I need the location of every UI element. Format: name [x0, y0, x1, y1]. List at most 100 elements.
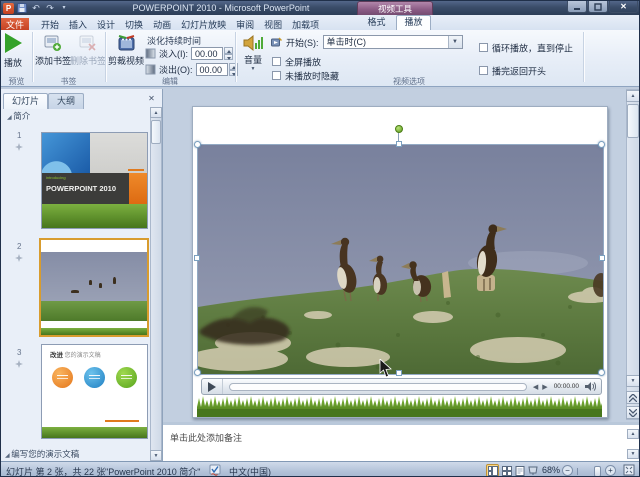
notes-scroll-up-icon[interactable]: ▲	[627, 429, 639, 439]
powerpoint-icon[interactable]: P	[3, 3, 14, 14]
trim-video-button[interactable]: 剪裁视频	[108, 34, 144, 67]
window-controls: ✕	[567, 1, 638, 13]
main-scroll-up-icon[interactable]: ▲	[626, 90, 640, 102]
slides-scroll-thumb[interactable]	[151, 120, 161, 144]
main-scroll-down-icon[interactable]: ▼	[626, 375, 640, 387]
slides-scrollbar[interactable]	[150, 107, 162, 461]
slides-scroll-up-icon[interactable]: ▲	[150, 107, 162, 118]
notes-pane[interactable]: 单击此处添加备注 ▲ ▼	[163, 422, 640, 461]
reading-view-icon	[515, 466, 525, 476]
media-volume-icon	[585, 382, 596, 391]
minimize-icon[interactable]	[567, 1, 587, 13]
start-label: 开始(S):	[286, 36, 319, 49]
slideshow-view-button[interactable]	[526, 464, 539, 477]
slide2-white-bottom	[41, 321, 147, 328]
slide1-title-band: introducing POWERPOINT 2010	[42, 173, 147, 204]
slide2-video-grass	[41, 301, 147, 321]
loop-checkbox[interactable]	[479, 43, 488, 52]
combo-arrow-icon[interactable]: ▼	[448, 36, 462, 48]
fullscreen-checkbox[interactable]	[272, 57, 281, 66]
video-object[interactable]	[197, 144, 604, 375]
zoom-out-icon[interactable]: −	[562, 465, 573, 476]
resize-handle-n[interactable]	[396, 141, 402, 147]
tab-outline[interactable]: 大纲	[48, 93, 84, 109]
statusbar-language[interactable]: 中文(中国)	[229, 465, 271, 477]
zoom-in-icon[interactable]: +	[605, 465, 616, 476]
play-label: 播放	[4, 56, 22, 69]
normal-view-button[interactable]	[486, 464, 499, 477]
media-play-button[interactable]	[202, 379, 223, 394]
ribbon-tab-row: 文件开始插入设计切换动画幻灯片放映审阅视图加载项 格式 播放 ∧ ?	[1, 15, 640, 30]
section-header-intro[interactable]: ◢ 简介	[7, 110, 30, 122]
slide3-animation-icon	[15, 360, 23, 368]
fade-out-input[interactable]: 00.00	[196, 63, 228, 76]
zoom-level[interactable]: 68%	[542, 465, 560, 475]
tab-slides[interactable]: 幻灯片	[3, 93, 48, 109]
resize-handle-ne[interactable]	[598, 141, 605, 148]
remove-bookmark-button[interactable]: 删除书签	[70, 35, 106, 67]
slide3-thumbnail[interactable]: 改进 您的演示文稿	[41, 344, 148, 439]
play-icon	[5, 33, 22, 53]
add-bookmark-button[interactable]: 添加书签	[35, 35, 71, 67]
fade-in-input[interactable]: 00.00	[191, 47, 223, 60]
next-slide-button[interactable]	[626, 406, 640, 419]
start-combobox[interactable]: 单击时(C) ▼	[323, 35, 463, 49]
slide2-thumbnail[interactable]	[39, 238, 149, 337]
media-progress-bar[interactable]	[229, 383, 527, 391]
slide-grass-decoration	[197, 395, 602, 417]
resize-handle-se[interactable]	[598, 369, 605, 376]
video-frame	[198, 145, 603, 374]
ribbon-playback: 播放 预览 添加书签 删除书签 书签	[1, 30, 640, 87]
rotate-handle[interactable]	[395, 125, 403, 133]
main-scrollbar[interactable]	[626, 89, 640, 420]
previous-slide-button[interactable]	[626, 391, 640, 404]
context-tool-badge: 视频工具	[357, 1, 433, 15]
resize-handle-e[interactable]	[599, 255, 605, 261]
volume-dropdown-icon: ▼	[251, 66, 256, 72]
zoom-slider-thumb[interactable]	[594, 466, 601, 477]
fade-in-stepper[interactable]	[224, 47, 233, 60]
close-icon[interactable]: ✕	[609, 1, 638, 13]
redo-icon[interactable]: ↷	[44, 3, 56, 14]
notes-scroll-down-icon[interactable]: ▼	[627, 449, 639, 459]
main-scroll-thumb[interactable]	[627, 104, 639, 138]
save-icon[interactable]	[16, 3, 28, 14]
slide-sorter-view-button[interactable]	[500, 464, 513, 477]
reading-view-button[interactable]	[513, 464, 526, 477]
tab-video-format[interactable]: 格式	[359, 15, 394, 30]
section-header-write[interactable]: ◢ 编写您的演示文稿	[5, 448, 79, 460]
notes-placeholder[interactable]: 单击此处添加备注	[163, 425, 640, 444]
rewind-checkbox[interactable]	[479, 66, 488, 75]
slide1-thumbnail[interactable]: introducing POWERPOINT 2010	[41, 132, 148, 229]
slides-scroll-down-icon[interactable]: ▼	[150, 450, 162, 461]
volume-label: 音量	[244, 53, 262, 66]
spellcheck-icon[interactable]	[209, 464, 221, 477]
maximize-icon[interactable]	[588, 1, 608, 13]
titlebar: P ↶ ↷ ▾ POWERPOINT 2010 - Microsoft Powe…	[1, 1, 640, 15]
undo-icon[interactable]: ↶	[30, 3, 42, 14]
status-bar: 幻灯片 第 2 张，共 22 张 "PowerPoint 2010 简介" 中文…	[1, 461, 640, 477]
remove-bookmark-label: 删除书签	[70, 54, 106, 67]
group-divider	[235, 32, 237, 82]
media-volume-button[interactable]	[579, 379, 601, 394]
tab-video-playback[interactable]: 播放	[396, 15, 431, 30]
close-panel-icon[interactable]: ✕	[145, 92, 158, 105]
fit-to-window-icon[interactable]	[623, 464, 635, 477]
play-button[interactable]: 播放	[4, 33, 22, 69]
slide1-orange-block	[129, 173, 147, 204]
media-forward-icon[interactable]: ▶	[542, 383, 547, 391]
quick-access-toolbar: P ↶ ↷ ▾	[3, 2, 70, 14]
media-play-icon	[208, 382, 216, 392]
group-divider	[105, 32, 107, 82]
qat-customize-icon[interactable]: ▾	[58, 3, 70, 14]
volume-button[interactable]: 音量 ▼	[239, 34, 267, 72]
resize-handle-sw[interactable]	[194, 369, 201, 376]
normal-view-icon	[488, 466, 498, 476]
resize-handle-w[interactable]	[194, 255, 200, 261]
resize-handle-nw[interactable]	[194, 141, 201, 148]
add-bookmark-label: 添加书签	[35, 54, 71, 67]
media-back-icon[interactable]: ◀	[533, 383, 538, 391]
volume-icon	[243, 34, 263, 52]
loop-checkbox-row[interactable]: 循环播放，直到停止	[479, 39, 573, 57]
resize-handle-s[interactable]	[396, 370, 402, 376]
